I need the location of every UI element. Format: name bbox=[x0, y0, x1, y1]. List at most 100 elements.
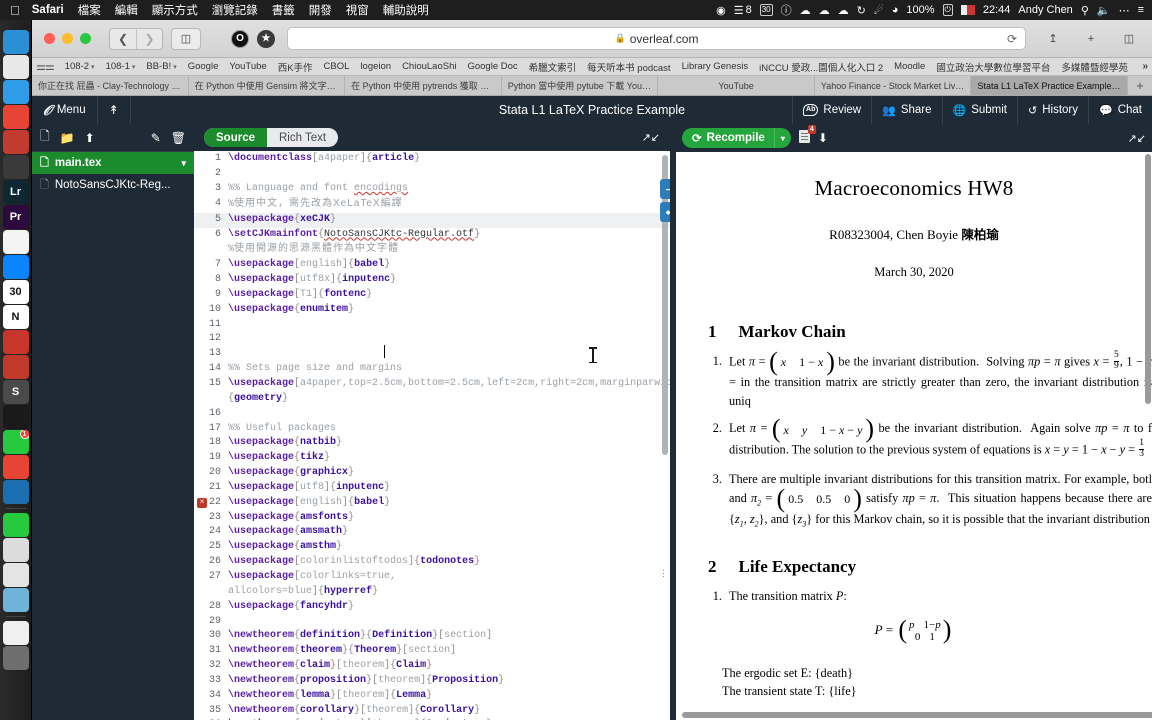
code-line[interactable]: 31 \newtheorem{theorem}{Theorem}[section] bbox=[194, 644, 670, 659]
sync-to-code-icon[interactable]: ⬅ bbox=[660, 202, 670, 223]
browser-tab[interactable]: YouTube bbox=[658, 76, 815, 95]
upload-icon[interactable]: ⬆ bbox=[85, 131, 95, 145]
sublime-icon[interactable]: S bbox=[2, 380, 29, 404]
pdf-horizontal-scrollbar[interactable] bbox=[682, 712, 1152, 718]
adblock-icon[interactable]: ★ bbox=[257, 29, 275, 48]
code-line[interactable]: 12 bbox=[194, 332, 670, 347]
code-line[interactable]: %使用開源的思源黑體作為中文字體 bbox=[194, 242, 670, 258]
bookmark-item[interactable]: ChiouLaoShi bbox=[402, 61, 456, 72]
error-marker-icon[interactable]: × bbox=[197, 497, 207, 508]
browser-tab[interactable]: 在 Python 中使用 pytrends 獲取 Goo... bbox=[345, 76, 502, 95]
tab-rich-text[interactable]: Rich Text bbox=[267, 128, 338, 147]
maximize-button[interactable] bbox=[80, 33, 91, 44]
code-line[interactable]: 29 bbox=[194, 615, 670, 630]
code-line[interactable]: 13 bbox=[194, 347, 670, 362]
menu-file[interactable]: 檔案 bbox=[78, 2, 101, 18]
history-button[interactable]: ↺ History bbox=[1017, 96, 1088, 124]
menu-safari[interactable]: Safari bbox=[32, 4, 64, 16]
code-line[interactable]: 16 bbox=[194, 407, 670, 422]
overleaf-menu-button[interactable]: 𝒪 Menu bbox=[32, 96, 98, 124]
photobooth-icon[interactable] bbox=[2, 155, 29, 179]
edge-icon[interactable] bbox=[2, 480, 29, 504]
reload-icon[interactable]: ⟳ bbox=[1007, 32, 1017, 46]
back-to-projects-icon[interactable]: ↟ bbox=[98, 96, 131, 124]
bookmark-item[interactable]: 國立政治大學數位學習平台 bbox=[936, 60, 1050, 74]
overleaf-header-actions[interactable]: Ab Review 👥 Share 🌐 Submit ↺ History 💬 C… bbox=[792, 96, 1152, 124]
bookmarks-bar[interactable]: ⚌⚌ 108-2 ▾ 108-1 ▾ BB-B! ▾ Google YouTube 西K手作 CB… bbox=[32, 58, 1152, 76]
wifi-icon[interactable]: ◕ bbox=[892, 4, 899, 16]
apps-grid-icon[interactable]: ⚌⚌ bbox=[36, 60, 55, 73]
chat-button[interactable]: 💬 Chat bbox=[1088, 96, 1152, 124]
line-icon[interactable]: 1 bbox=[2, 430, 29, 454]
browser-tab[interactable]: 在 Python 中使用 Gensim 將文字轉... bbox=[189, 76, 346, 95]
code-line[interactable]: 28 \usepackage{fancyhdr} bbox=[194, 600, 670, 615]
tab-source[interactable]: Source bbox=[204, 128, 267, 148]
menu-help[interactable]: 輔助說明 bbox=[383, 2, 429, 18]
code-line[interactable]: 5 \usepackage{xeCJK} bbox=[194, 212, 670, 228]
cloud-icon[interactable]: ☁ bbox=[838, 4, 849, 17]
window-controls[interactable] bbox=[44, 33, 91, 44]
code-line[interactable]: 21 \usepackage[utf8]{inputenc} bbox=[194, 481, 670, 496]
chevron-down-icon[interactable]: ▾ bbox=[91, 63, 95, 71]
user-name[interactable]: Andy Chen bbox=[1018, 4, 1072, 16]
sync-to-pdf-icon[interactable]: ➞ bbox=[660, 179, 670, 200]
share-button[interactable]: 👥 Share bbox=[871, 96, 941, 124]
books-icon[interactable] bbox=[2, 130, 29, 154]
volume-icon[interactable]: 🔈 bbox=[1097, 4, 1111, 17]
mac-menubar[interactable]:  Safari 檔案 編輯 顯示方式 瀏覽記錄 書籤 開發 視窗 輔助說明 ◉… bbox=[0, 0, 1152, 20]
logs-button[interactable]: 4 bbox=[798, 125, 816, 146]
cloud-icon[interactable]: ☁ bbox=[819, 4, 830, 17]
chevron-down-icon[interactable]: ▾ bbox=[173, 63, 177, 71]
new-tab-button[interactable]: + bbox=[1128, 76, 1152, 95]
folder-icon[interactable] bbox=[2, 588, 29, 612]
file-tree-toolbar[interactable]: 🗋 📁 ⬆ ✎ 🗑 bbox=[32, 124, 194, 152]
bookmark-item[interactable]: logeion bbox=[360, 61, 391, 72]
bookmark-item[interactable]: 108-2 ▾ bbox=[65, 61, 95, 72]
time-machine-icon[interactable]: ↻ bbox=[857, 4, 866, 17]
code-line[interactable]: 9 \usepackage[T1]{fontenc} bbox=[194, 288, 670, 303]
code-line[interactable]: 8 \usepackage[utf8x]{inputenc} bbox=[194, 273, 670, 288]
code-line[interactable]: 34 \newtheorem{lemma}[theorem]{Lemma} bbox=[194, 689, 670, 704]
tab-bar[interactable]: 你正在找 屁蟲 - Clay-Technology Wo... 在 Python … bbox=[32, 76, 1152, 96]
code-line[interactable]: 3 %% Language and font encodings bbox=[194, 182, 670, 197]
code-line[interactable]: 7 \usepackage[english]{babel} bbox=[194, 258, 670, 273]
code-line[interactable]: 26 \usepackage[colorinlistoftodos]{todono… bbox=[194, 555, 670, 570]
review-button[interactable]: Ab Review bbox=[792, 96, 871, 124]
list-icon[interactable]: ≡ bbox=[1138, 4, 1144, 16]
nav-buttons[interactable]: ❮ ❯ bbox=[109, 27, 163, 50]
rename-pencil-icon[interactable]: ✎ bbox=[151, 131, 161, 145]
premiere-icon[interactable]: Pr bbox=[2, 205, 29, 229]
code-line[interactable]: 24 \usepackage{amsmath} bbox=[194, 525, 670, 540]
bookmark-item[interactable]: 108-1 ▾ bbox=[106, 61, 136, 72]
recompile-button[interactable]: ⟳ Recompile ▾ bbox=[682, 128, 791, 148]
code-line[interactable]: 6 \setCJKmainfont{NotoSansCJKtc-Regular.o… bbox=[194, 228, 670, 243]
expand-icon[interactable]: ↗↙ bbox=[1128, 132, 1146, 145]
feedly-icon[interactable] bbox=[2, 355, 29, 379]
menu-view[interactable]: 顯示方式 bbox=[152, 2, 198, 18]
pdf-vertical-scrollbar[interactable] bbox=[1145, 154, 1151, 404]
browser-tab[interactable]: Python 當中使用 pytube 下載 Youtub... bbox=[502, 76, 659, 95]
code-line[interactable]: 19 \usepackage{tikz} bbox=[194, 451, 670, 466]
code-line[interactable]: 33 \newtheorem{proposition}[theorem]{Prop… bbox=[194, 674, 670, 689]
record-icon[interactable]: ◉ bbox=[716, 4, 726, 17]
chevron-right-icon[interactable]: ❯ bbox=[136, 28, 162, 49]
share-icon[interactable]: ↥ bbox=[1038, 28, 1068, 50]
bookmark-item[interactable]: iNCCU 愛政...園個人化入口 2 bbox=[759, 60, 883, 74]
code-line[interactable]: 32 \newtheorem{claim}[theorem]{Claim} bbox=[194, 659, 670, 674]
delete-trash-icon[interactable]: 🗑 bbox=[171, 131, 186, 145]
evernote-icon[interactable] bbox=[2, 230, 29, 254]
code-editor[interactable]: 1 \documentclass[a4paper]{article} 2 3 %% L… bbox=[194, 151, 670, 720]
bookmark-item[interactable]: YouTube bbox=[229, 61, 266, 72]
bookmark-item[interactable]: BB-B! ▾ bbox=[146, 61, 176, 72]
notion-icon[interactable]: N bbox=[2, 305, 29, 329]
tabs-overview-icon[interactable]: ◫ bbox=[1114, 28, 1144, 50]
download-button[interactable]: ⬇ bbox=[818, 131, 828, 145]
calendar-icon[interactable]: 30 bbox=[2, 280, 29, 304]
code-line[interactable]: 30 \newtheorem{definition}{Definition}[se… bbox=[194, 629, 670, 644]
finder-icon[interactable] bbox=[2, 30, 29, 54]
ellipsis-icon[interactable]: ⋯ bbox=[1119, 4, 1130, 17]
terminal-icon[interactable] bbox=[2, 405, 29, 429]
bookmarks-overflow-button[interactable]: » bbox=[1142, 61, 1148, 72]
code-line[interactable]: 22 × \usepackage[english]{babel} bbox=[194, 496, 670, 511]
search-icon[interactable]: ⚲ bbox=[1081, 4, 1089, 17]
